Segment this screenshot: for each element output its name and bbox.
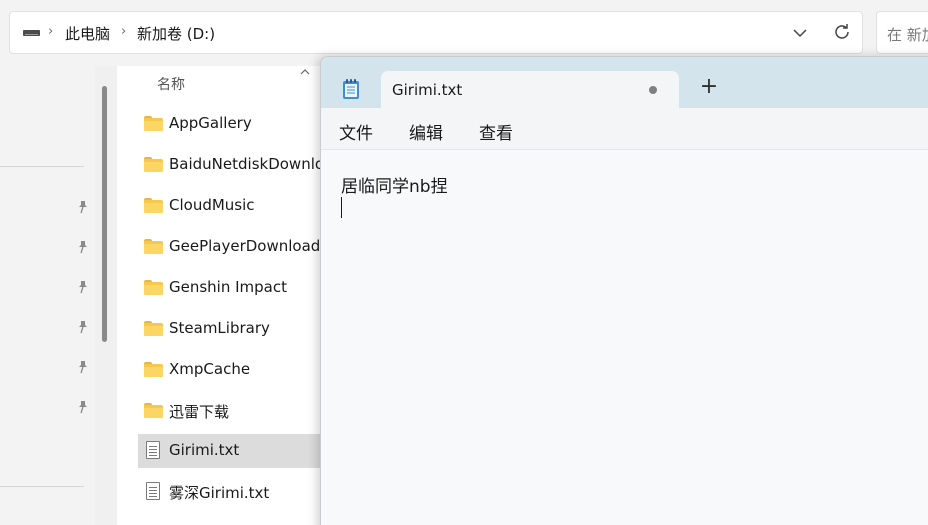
text-caret — [341, 197, 342, 218]
file-row[interactable]: Genshin Impact — [138, 271, 338, 305]
notepad-window: Girimi.txt + 文件 编辑 查看 居临同学nb捏 — [320, 56, 928, 525]
menu-bar: 文件 编辑 查看 — [321, 108, 928, 150]
notepad-titlebar[interactable]: Girimi.txt + — [321, 57, 928, 108]
pin-icon[interactable] — [76, 240, 90, 254]
nav-divider — [0, 166, 84, 167]
file-name: GeePlayerDownload — [169, 237, 321, 255]
nav-scrollbar-thumb[interactable] — [102, 86, 107, 342]
unsaved-dot-icon[interactable] — [649, 86, 657, 94]
file-name: XmpCache — [169, 360, 251, 378]
file-name: Girimi.txt — [169, 441, 240, 459]
breadcrumb-this-pc[interactable]: 此电脑 — [65, 23, 110, 44]
chevron-right-icon[interactable]: › — [48, 24, 53, 39]
search-placeholder: 在 新加 — [887, 26, 928, 44]
navigation-pane — [0, 66, 95, 525]
search-input[interactable]: 在 新加 — [876, 11, 928, 54]
file-name: 迅雷下载 — [169, 403, 230, 421]
file-row[interactable]: BaiduNetdiskDownlo — [138, 148, 338, 182]
chevron-down-icon[interactable] — [788, 21, 812, 45]
folder-icon — [144, 403, 163, 418]
text-file-icon — [146, 482, 160, 500]
file-name: BaiduNetdiskDownlo — [169, 155, 325, 173]
chevron-right-icon[interactable]: › — [121, 24, 126, 39]
text-editor[interactable]: 居临同学nb捏 — [321, 150, 928, 525]
text-file-icon — [146, 441, 160, 459]
pin-icon[interactable] — [76, 320, 90, 334]
file-row[interactable]: SteamLibrary — [138, 312, 338, 346]
folder-icon — [144, 157, 163, 172]
menu-edit[interactable]: 编辑 — [409, 119, 443, 144]
breadcrumb-drive-d[interactable]: 新加卷 (D:) — [137, 23, 215, 44]
file-row[interactable]: XmpCache — [138, 353, 338, 387]
plus-icon[interactable]: + — [699, 76, 719, 98]
menu-view[interactable]: 查看 — [479, 119, 513, 144]
folder-icon — [144, 239, 163, 254]
folder-icon — [144, 198, 163, 213]
sort-up-icon[interactable] — [299, 66, 311, 78]
tab-title: Girimi.txt — [392, 81, 463, 99]
refresh-icon[interactable] — [830, 20, 854, 44]
folder-icon — [144, 280, 163, 295]
notepad-app-icon — [343, 79, 359, 99]
folder-icon — [144, 362, 163, 377]
column-header-name[interactable]: 名称 — [157, 74, 185, 94]
drive-icon — [23, 30, 40, 36]
file-row[interactable]: AppGallery — [138, 107, 338, 141]
file-row[interactable]: 迅雷下载 — [138, 394, 338, 428]
pin-icon[interactable] — [76, 200, 90, 214]
folder-icon — [144, 116, 163, 131]
file-row[interactable]: CloudMusic — [138, 189, 338, 223]
pin-icon[interactable] — [76, 280, 90, 294]
tab-girimi-txt[interactable]: Girimi.txt — [381, 71, 679, 108]
menu-file[interactable]: 文件 — [339, 119, 373, 144]
nav-divider — [0, 486, 84, 487]
editor-text-line: 居临同学nb捏 — [341, 177, 448, 197]
pin-icon[interactable] — [76, 360, 90, 374]
file-list: 名称 AppGallery BaiduNetdiskDownlo CloudMu… — [117, 66, 338, 525]
file-name: SteamLibrary — [169, 319, 270, 337]
file-row-selected[interactable]: Girimi.txt — [138, 434, 338, 468]
file-name: 雾深Girimi.txt — [169, 484, 270, 502]
folder-icon — [144, 321, 163, 336]
pin-icon[interactable] — [76, 400, 90, 414]
file-name: AppGallery — [169, 114, 252, 132]
address-bar[interactable]: › 此电脑 › 新加卷 (D:) — [9, 11, 863, 54]
file-row[interactable]: GeePlayerDownload — [138, 230, 338, 264]
file-name: Genshin Impact — [169, 278, 288, 296]
file-row[interactable]: 雾深Girimi.txt — [138, 475, 338, 509]
file-name: CloudMusic — [169, 196, 255, 214]
